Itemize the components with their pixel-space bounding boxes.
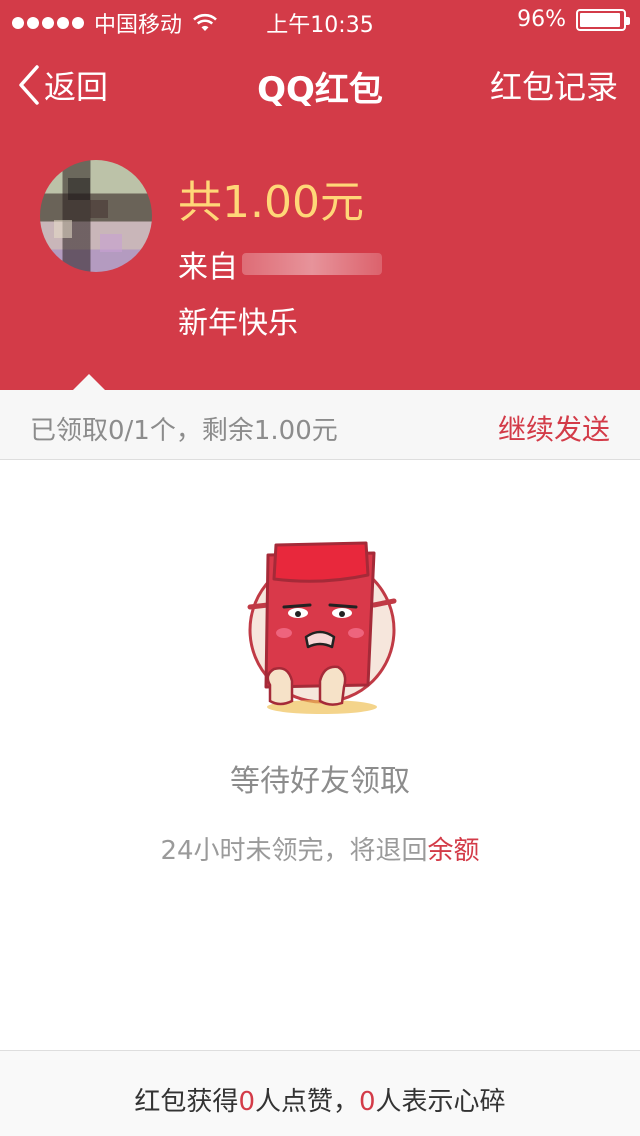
battery-icon	[576, 8, 630, 31]
back-chevron-icon	[19, 65, 39, 105]
refund-tip-text: 24小时未领完，将退回	[160, 836, 428, 866]
blurred-sender-name	[242, 253, 382, 275]
reaction-bar: 红包获得0人点赞，0人表示心碎	[0, 1050, 640, 1136]
red-packet-records-button[interactable]: 红包记录	[490, 62, 618, 108]
nav-bar: 返回 QQ红包 红包记录	[0, 40, 640, 128]
red-packet-header: 中国移动 上午10:35 96% 返回 QQ红包 红包记录 共1.00元 来自 …	[0, 0, 640, 390]
balance-link[interactable]: 余额	[428, 836, 480, 866]
packet-sender: 来自	[178, 242, 382, 286]
pointer-notch	[73, 374, 105, 390]
refund-tip: 24小时未领完，将退回余额	[0, 830, 640, 867]
reaction-summary: 红包获得0人点赞，0人表示心碎	[0, 1081, 640, 1118]
heartbreak-count: 0	[359, 1087, 376, 1117]
resend-button[interactable]: 继续发送	[498, 408, 610, 448]
reaction-text-1: 红包获得	[134, 1087, 239, 1117]
packet-amount: 共1.00元	[178, 177, 364, 228]
status-bar: 中国移动 上午10:35 96%	[0, 0, 640, 40]
likes-count: 0	[238, 1087, 255, 1117]
red-packet-mascot-icon	[247, 541, 397, 714]
back-button[interactable]: 返回	[18, 62, 108, 108]
reaction-text-2: 人点赞，	[254, 1087, 359, 1117]
avatar[interactable]	[40, 160, 152, 272]
reaction-text-3: 人表示心碎	[375, 1087, 506, 1117]
claim-status-text: 已领取0/1个，剩余1.00元	[30, 416, 338, 446]
packet-greeting: 新年快乐	[178, 306, 298, 341]
battery-percent: 96%	[517, 7, 566, 32]
waiting-title: 等待好友领取	[230, 764, 410, 799]
back-label: 返回	[44, 68, 109, 106]
sender-prefix: 来自	[178, 250, 238, 285]
claim-status-bar: 已领取0/1个，剩余1.00元 继续发送	[0, 374, 640, 460]
